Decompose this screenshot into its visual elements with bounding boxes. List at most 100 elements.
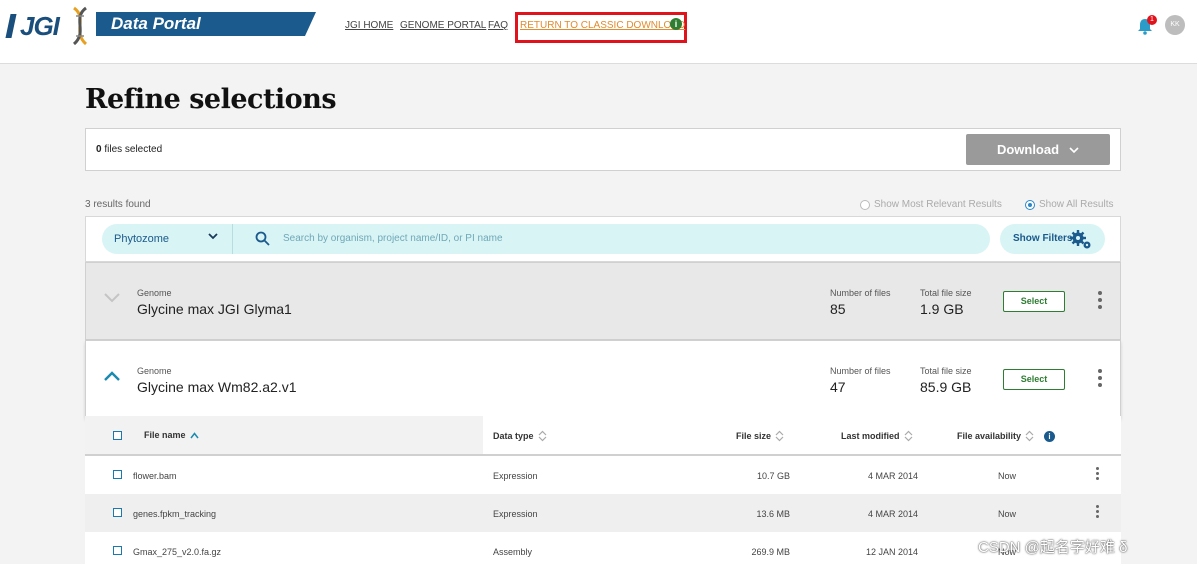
num-files-value: 47 [830, 379, 846, 395]
more-options-icon[interactable] [1098, 369, 1102, 390]
table-row[interactable]: genes.fpkm_tracking Expression 13.6 MB 4… [85, 494, 1121, 532]
select-button[interactable]: Select [1003, 291, 1065, 312]
classic-download-highlight: RETURN TO CLASSIC DOWNLOAD i [515, 12, 687, 43]
file-size: 10.7 GB [756, 471, 790, 481]
col-data-type[interactable]: Data type [493, 430, 547, 442]
download-label: Download [996, 142, 1060, 157]
jgi-logo[interactable]: JGI [5, 8, 60, 44]
num-files-label: Number of files [830, 288, 891, 298]
portal-select[interactable]: Phytozome [102, 224, 232, 254]
num-files-value: 85 [830, 301, 846, 317]
search-icon [255, 231, 270, 246]
col-file-availability-label: File availability [957, 431, 1022, 441]
total-size-label: Total file size [920, 366, 972, 376]
total-size-label: Total file size [920, 288, 972, 298]
search-input[interactable]: Search by organism, project name/ID, or … [232, 224, 990, 254]
selected-suffix: files selected [101, 144, 163, 155]
avatar[interactable]: KK [1165, 15, 1185, 35]
col-file-size[interactable]: File size [736, 430, 784, 442]
logo-text: JGI [20, 10, 60, 41]
chevron-down-icon [1069, 146, 1079, 153]
file-name: Gmax_275_v2.0.fa.gz [133, 547, 222, 557]
chevron-up-icon[interactable] [104, 371, 120, 381]
data-type: Expression [493, 509, 538, 519]
radio-most-relevant-label: Show Most Relevant Results [874, 199, 1002, 210]
nav-genome-portal[interactable]: GENOME PORTAL [400, 20, 486, 31]
info-icon[interactable]: i [1044, 430, 1056, 442]
results-count: 3 results found [85, 199, 151, 210]
data-type: Expression [493, 471, 538, 481]
search-filter-bar: Phytozome Search by organism, project na… [85, 216, 1121, 262]
select-button[interactable]: Select [1003, 369, 1065, 390]
table-row[interactable]: flower.bam Expression 10.7 GB 4 MAR 2014… [85, 456, 1121, 494]
watermark: CSDN @起名字好难 δ [978, 539, 1128, 556]
info-icon[interactable]: i [670, 18, 682, 30]
col-file-size-label: File size [736, 431, 772, 441]
file-size: 13.6 MB [756, 509, 790, 519]
file-name: flower.bam [133, 471, 177, 481]
sort-asc-icon [189, 431, 199, 438]
more-options-icon[interactable] [1096, 467, 1100, 482]
data-type: Assembly [493, 547, 533, 557]
col-file-name-label: File name [144, 430, 186, 440]
search-placeholder: Search by organism, project name/ID, or … [283, 233, 503, 244]
portal-select-value: Phytozome [114, 233, 170, 245]
nav-jgi-home[interactable]: JGI HOME [345, 20, 393, 31]
file-size: 269.9 MB [751, 547, 790, 557]
row-checkbox[interactable] [113, 546, 122, 555]
portal-banner[interactable]: Data Portal [96, 12, 316, 36]
col-last-modified[interactable]: Last modified [841, 430, 913, 442]
total-size-value: 85.9 GB [920, 379, 972, 395]
notification-badge: 1 [1147, 15, 1157, 25]
col-file-name[interactable]: File name [144, 430, 199, 440]
gears-icon [1070, 230, 1091, 249]
radio-all-results-label: Show All Results [1039, 199, 1114, 210]
more-options-icon[interactable] [1096, 505, 1100, 520]
chevron-down-icon [208, 233, 218, 240]
portal-title: Data Portal [111, 14, 201, 33]
table-row[interactable]: Gmax_275_v2.0.fa.gz Assembly 269.9 MB 12… [85, 532, 1121, 564]
num-files-label: Number of files [830, 366, 891, 376]
genome-name: Glycine max Wm82.a2.v1 [137, 379, 297, 395]
table-header: File name Data type File size Last modif… [85, 416, 1121, 456]
file-availability: Now [998, 471, 1017, 481]
col-last-modified-label: Last modified [841, 431, 900, 441]
top-navbar: JGI Data Portal JGI HOME GENOME PORTAL F… [0, 0, 1197, 64]
radio-button-selected[interactable] [1025, 199, 1035, 210]
sort-icon [775, 430, 784, 442]
sort-icon [904, 430, 912, 442]
sort-icon [538, 430, 546, 442]
row-checkbox[interactable] [113, 508, 122, 517]
genome-type-label: Genome [137, 288, 172, 298]
show-filters-button[interactable]: Show Filters [1000, 224, 1105, 254]
more-options-icon[interactable] [1098, 291, 1102, 312]
select-all-checkbox[interactable] [113, 431, 122, 440]
radio-most-relevant[interactable]: Show Most Relevant Results [860, 199, 1002, 210]
page-title: Refine selections [85, 84, 337, 115]
dna-helix-icon [72, 6, 88, 46]
genome-row[interactable]: Genome Glycine max Wm82.a2.v1 Number of … [85, 340, 1121, 418]
sort-icon [1025, 430, 1034, 442]
col-file-availability[interactable]: File availability i [957, 430, 1056, 442]
total-size-value: 1.9 GB [920, 301, 964, 317]
return-classic-download-link[interactable]: RETURN TO CLASSIC DOWNLOAD [520, 20, 685, 31]
selection-bar: 0 files selected Download [85, 128, 1121, 171]
nav-faq[interactable]: FAQ [488, 20, 508, 31]
logo-mark [5, 14, 17, 38]
col-data-type-label: Data type [493, 431, 534, 441]
radio-button[interactable] [860, 199, 870, 210]
last-modified: 4 MAR 2014 [867, 509, 918, 519]
chevron-down-icon[interactable] [104, 293, 120, 303]
file-availability: Now [998, 509, 1017, 519]
files-selected-count: 0 files selected [96, 144, 162, 155]
row-checkbox[interactable] [113, 470, 122, 479]
genome-row[interactable]: Genome Glycine max JGI Glyma1 Number of … [85, 262, 1121, 340]
download-button[interactable]: Download [966, 134, 1110, 165]
genome-name: Glycine max JGI Glyma1 [137, 301, 292, 317]
file-name: genes.fpkm_tracking [133, 509, 217, 519]
last-modified: 12 JAN 2014 [865, 547, 918, 557]
show-filters-label: Show Filters [1013, 233, 1073, 244]
radio-all-results[interactable]: Show All Results [1025, 199, 1113, 210]
genome-type-label: Genome [137, 366, 172, 376]
file-table: File name Data type File size Last modif… [85, 416, 1121, 564]
